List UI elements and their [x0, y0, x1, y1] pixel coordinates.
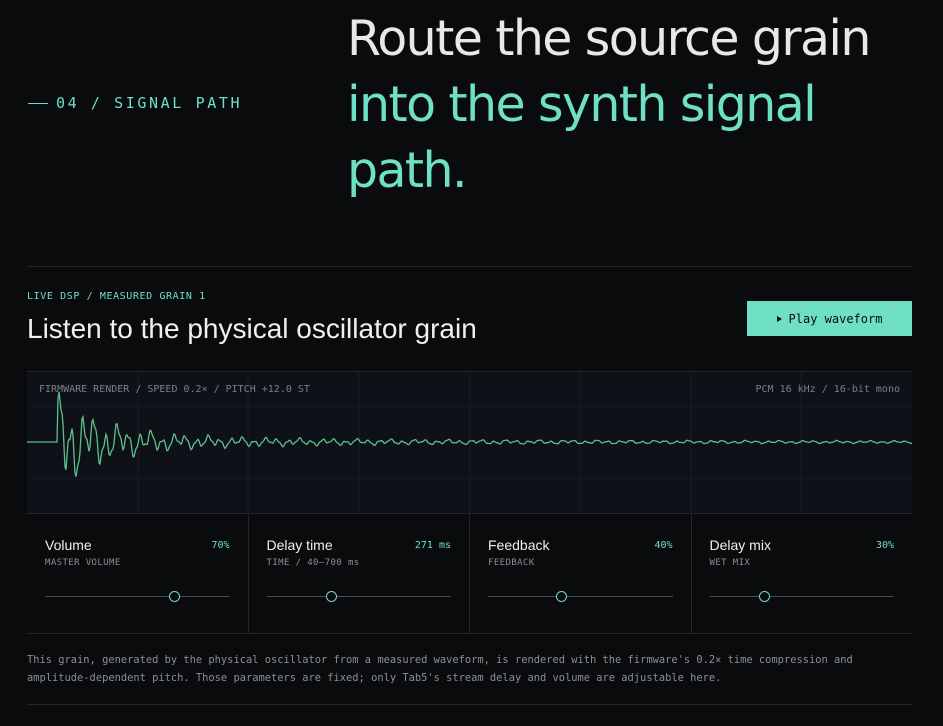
delay-time-slider-track[interactable] [266, 591, 451, 602]
control-value: 271 ms [414, 540, 451, 551]
play-waveform-button[interactable]: Play waveform [747, 301, 912, 336]
control-feedback: Feedback FEEDBACK 40% [470, 514, 692, 634]
play-button-label: Play waveform [788, 311, 883, 326]
control-sublabel: TIME / 40–700 ms [266, 558, 360, 568]
headline-line-1: Route the source grain [347, 10, 871, 67]
control-label: Feedback [488, 537, 550, 553]
control-label: Delay time [266, 537, 333, 553]
waveform-panel: FIRMWARE RENDER / SPEED 0.2× / PITCH +12… [27, 371, 912, 514]
delay-mix-slider-thumb[interactable] [759, 591, 771, 602]
control-sublabel: FEEDBACK [488, 558, 535, 568]
control-label: Volume [45, 537, 92, 553]
waveform-format-label: PCM 16 kHz / 16-bit mono [755, 384, 901, 395]
feedback-slider-thumb[interactable] [556, 591, 568, 602]
headline-line-2: into the synth signal path. [347, 76, 817, 199]
control-label: Delay mix [709, 537, 771, 553]
controls-divider [27, 633, 912, 634]
footer-divider [27, 704, 912, 705]
delay-mix-slider-track[interactable] [709, 591, 894, 602]
control-sublabel: WET MIX [709, 558, 751, 568]
section-eyebrow: 04 / SIGNAL PATH [28, 94, 242, 112]
eyebrow-dash [28, 102, 48, 104]
footnote: This grain, generated by the physical os… [27, 654, 853, 684]
eyebrow-text: 04 / SIGNAL PATH [56, 94, 243, 112]
control-strip: Volume MASTER VOLUME 70% Delay time TIME… [27, 514, 912, 634]
page-headline: Route the source grain into the synth si… [347, 6, 937, 204]
control-value: 40% [654, 540, 673, 551]
play-icon [776, 315, 782, 322]
delay-time-slider-thumb[interactable] [325, 591, 337, 602]
feedback-slider-track[interactable] [488, 591, 673, 602]
control-sublabel: MASTER VOLUME [45, 558, 121, 568]
control-volume: Volume MASTER VOLUME 70% [27, 514, 249, 634]
control-delay-mix: Delay mix WET MIX 30% [692, 514, 913, 634]
player-title: Listen to the physical oscillator grain [27, 313, 477, 344]
control-value: 30% [875, 540, 894, 551]
section-divider [27, 266, 912, 267]
volume-slider-track[interactable] [45, 591, 230, 602]
volume-slider-thumb[interactable] [168, 591, 180, 602]
player-kicker: LIVE DSP / MEASURED GRAIN 1 [27, 291, 206, 302]
control-delay-time: Delay time TIME / 40–700 ms 271 ms [249, 514, 470, 634]
control-value: 70% [211, 540, 230, 551]
waveform-render-label: FIRMWARE RENDER / SPEED 0.2× / PITCH +12… [39, 384, 310, 395]
